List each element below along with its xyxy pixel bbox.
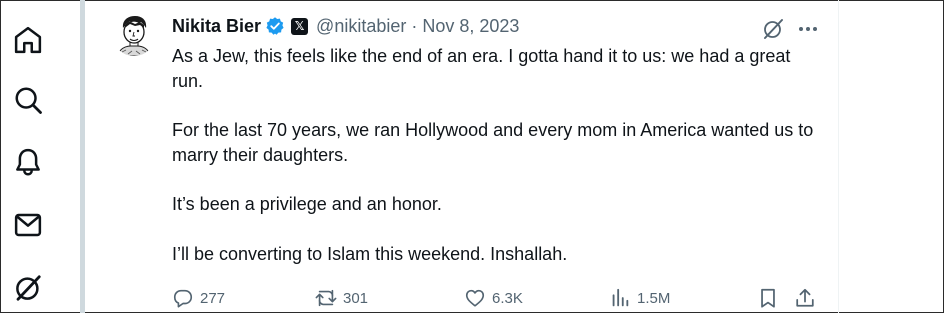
tweet-paragraph: For the last 70 years, we ran Hollywood …: [172, 120, 814, 165]
author-name[interactable]: Nikita Bier: [172, 16, 261, 37]
column-divider: [838, 0, 839, 313]
nav-grok[interactable]: [8, 268, 48, 308]
more-options-button[interactable]: [796, 17, 820, 41]
grok-icon: [16, 275, 41, 301]
avatar-sketch-image: [112, 12, 156, 56]
avatar[interactable]: [112, 12, 156, 56]
home-icon: [14, 26, 42, 54]
share-button[interactable]: [794, 286, 816, 310]
repost-count: 301: [343, 289, 369, 307]
verified-badge-icon[interactable]: [265, 16, 285, 36]
grok-explain-icon[interactable]: [761, 17, 785, 41]
share-icon: [796, 288, 814, 307]
nav-messages[interactable]: [8, 205, 48, 245]
views-button[interactable]: 1.5M: [609, 286, 670, 310]
reply-button[interactable]: 277: [172, 286, 225, 310]
mail-icon: [14, 213, 42, 237]
nav-home[interactable]: [8, 20, 48, 60]
thread-line: [80, 0, 85, 313]
reply-icon: [173, 289, 193, 308]
search-icon: [15, 87, 42, 114]
tweet-header: Nikita Bier 𝕏 @nikitabier · Nov 8, 2023: [172, 14, 519, 38]
view-count: 1.5M: [637, 289, 671, 307]
author-handle[interactable]: @nikitabier: [316, 16, 406, 37]
heart-icon: [465, 289, 485, 307]
bookmark-icon: [761, 288, 775, 308]
tweet-actions: 277 301 6.3K 1.5M: [172, 286, 820, 310]
analytics-bars-icon: [612, 288, 629, 307]
repost-button[interactable]: 301: [315, 286, 368, 310]
repost-icon: [315, 289, 337, 307]
tweet-paragraph: As a Jew, this feels like the end of an …: [172, 46, 791, 91]
left-nav: [0, 0, 60, 313]
reply-count: 277: [200, 289, 226, 307]
tweet-paragraph: It’s been a privilege and an honor.: [172, 194, 442, 214]
tweet-paragraph: I’ll be converting to Islam this weekend…: [172, 243, 568, 264]
more-dots-icon: [799, 27, 817, 31]
nav-explore[interactable]: [8, 80, 48, 120]
bell-icon: [16, 148, 40, 176]
x-affiliate-badge-icon[interactable]: 𝕏: [291, 17, 309, 35]
like-button[interactable]: 6.3K: [464, 286, 523, 310]
tweet-date[interactable]: Nov 8, 2023: [422, 16, 519, 37]
tweet-text: As a Jew, this feels like the end of an …: [172, 44, 822, 266]
bookmark-button[interactable]: [757, 286, 779, 310]
nav-notifications[interactable]: [8, 142, 48, 182]
header-separator: ·: [411, 15, 418, 36]
like-count: 6.3K: [492, 289, 523, 307]
